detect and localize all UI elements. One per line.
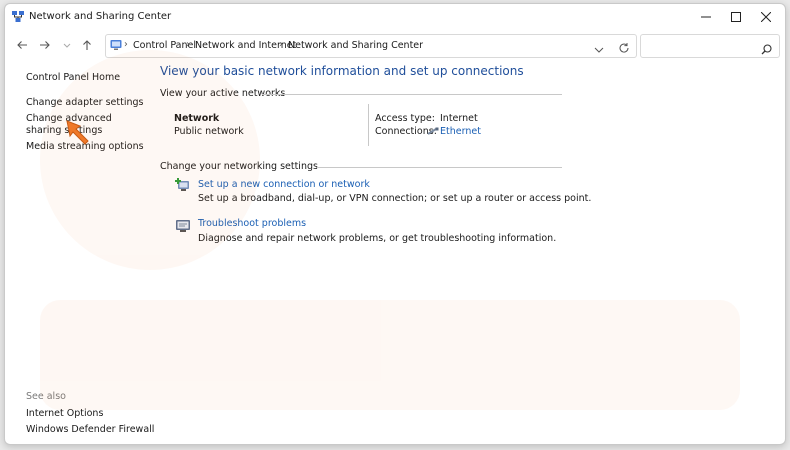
arrow-up-icon [83,40,91,50]
control-panel-icon [110,40,122,50]
close-button[interactable] [751,4,781,30]
address-dropdown-button[interactable] [594,40,604,59]
forward-button[interactable] [37,37,53,53]
minimize-button[interactable] [691,4,721,30]
access-type-label: Access type: [375,113,435,124]
troubleshoot-link[interactable]: Troubleshoot problems [198,218,306,229]
arrow-left-icon [17,41,27,49]
network-center-icon [12,11,24,22]
window-title: Network and Sharing Center [29,11,172,22]
chevron-down-icon [63,43,71,48]
troubleshoot-description: Diagnose and repair network problems, or… [198,233,557,244]
search-icon [761,44,772,55]
window: Network and Sharing Center › Control Pan… [4,3,786,445]
maximize-icon [731,12,741,22]
close-icon [761,12,771,22]
back-button[interactable] [14,37,30,53]
page-title: View your basic network information and … [160,64,524,78]
title-bar[interactable]: Network and Sharing Center [5,4,785,30]
refresh-button[interactable] [618,39,630,58]
section-divider [317,167,562,168]
recent-locations-button[interactable] [59,37,75,53]
setup-connection-description: Set up a broadband, dial-up, or VPN conn… [198,193,592,204]
ethernet-connection-link[interactable]: Ethernet [440,126,481,137]
network-divider [368,104,369,146]
network-type: Public network [174,126,244,137]
sidebar-item-windows-defender-firewall[interactable]: Windows Defender Firewall [26,424,154,436]
change-settings-label: Change your networking settings [160,161,318,172]
troubleshoot-icon [176,220,190,232]
sidebar-item-internet-options[interactable]: Internet Options [26,408,103,420]
sidebar-item-change-adapter-settings[interactable]: Change adapter settings [26,97,143,109]
section-divider [262,94,562,95]
new-connection-icon [175,178,189,191]
navigation-bar: › Control Panel › Network and Internet ›… [5,30,785,60]
main-content: View your basic network information and … [155,60,785,444]
pointer-arrow-icon [66,120,89,145]
up-button[interactable] [79,37,95,53]
minimize-icon [701,16,711,18]
maximize-button[interactable] [721,4,751,30]
breadcrumb-separator-icon: › [279,39,283,50]
breadcrumb-network-and-sharing-center[interactable]: Network and Sharing Center [288,40,423,51]
search-button[interactable] [761,40,772,59]
network-name: Network [174,113,220,124]
see-also-label: See also [26,391,66,402]
setup-connection-link[interactable]: Set up a new connection or network [198,179,370,190]
access-type-value: Internet [440,113,478,124]
search-box[interactable] [640,34,780,58]
breadcrumb-separator-icon: › [124,39,128,50]
sidebar-item-control-panel-home[interactable]: Control Panel Home [26,72,120,84]
ethernet-icon [427,127,439,135]
breadcrumb-separator-icon: › [186,39,190,50]
address-bar[interactable]: › Control Panel › Network and Internet ›… [105,34,637,58]
chevron-down-icon [594,47,604,53]
arrow-right-icon [40,41,50,49]
refresh-icon [619,43,629,53]
